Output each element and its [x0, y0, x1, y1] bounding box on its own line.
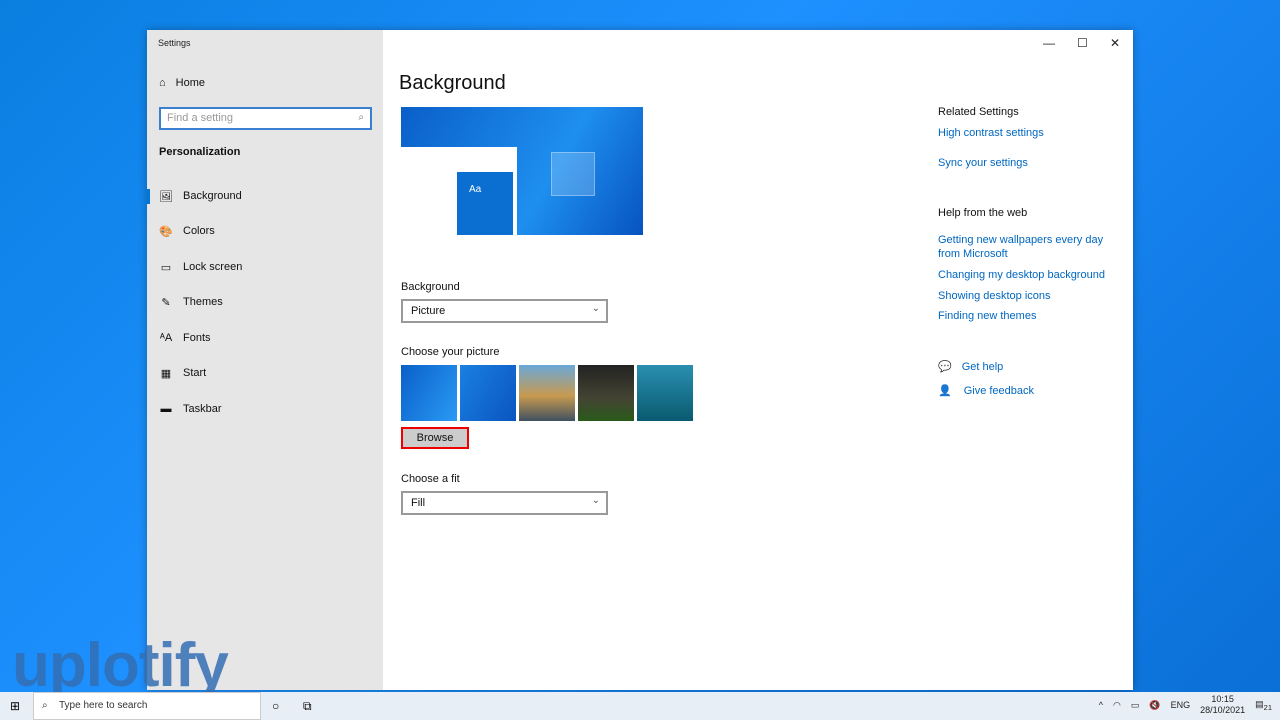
minimize-button[interactable]: —	[1043, 36, 1055, 50]
maximize-button[interactable]: ☐	[1077, 36, 1088, 50]
choose-picture-label: Choose your picture	[401, 346, 500, 358]
language-indicator[interactable]: ENG	[1171, 700, 1191, 710]
preview-tile: Aa	[457, 172, 513, 235]
settings-window: Settings ⌂ Home Find a setting ⌕ Personali…	[147, 30, 1133, 690]
sidebar-item-themes[interactable]: ✎ Themes	[147, 287, 383, 317]
feedback-label: Give feedback	[963, 385, 1035, 397]
search-icon: ⌕	[358, 112, 364, 123]
dropdown-value: Fill	[411, 497, 426, 509]
page-title: Background	[399, 72, 506, 94]
help-chat-icon: 💬	[938, 361, 952, 373]
dropdown-value: Picture	[411, 305, 446, 317]
sidebar-item-label: Colors	[183, 225, 215, 237]
cortana-icon[interactable]: ○	[272, 699, 279, 713]
task-view-icon[interactable]: ⧉	[303, 699, 312, 714]
lock-screen-icon: ▭	[160, 261, 172, 274]
background-label: Background	[401, 281, 460, 293]
close-button[interactable]: ✕	[1110, 36, 1120, 50]
feedback-link[interactable]: 👤 Give feedback	[938, 384, 1034, 397]
themes-icon: ✎	[161, 296, 171, 309]
sidebar-item-start[interactable]: ▦ Start	[147, 358, 383, 388]
picture-thumbnail[interactable]	[460, 365, 516, 421]
taskbar-icon: ▬	[160, 403, 172, 415]
feedback-icon: 👤	[938, 385, 952, 397]
time: 10:15	[1211, 694, 1234, 704]
sync-settings-link[interactable]: Sync your settings	[938, 157, 1028, 169]
get-help-label: Get help	[961, 361, 1004, 373]
picture-thumbnail[interactable]	[401, 365, 457, 421]
change-background-link[interactable]: Changing my desktop background	[938, 269, 1105, 281]
taskbar-search[interactable]: ⌕ Type here to search	[33, 692, 261, 720]
notification-count: 21	[1263, 702, 1272, 712]
wallpapers-link[interactable]: Getting new wallpapers every day	[938, 234, 1103, 246]
sidebar-item-lock-screen[interactable]: ▭ Lock screen	[147, 252, 383, 282]
section-heading: Personalization	[159, 146, 241, 158]
sidebar-item-label: Themes	[183, 296, 223, 308]
window-title: Settings	[158, 38, 191, 48]
home-icon: ⌂	[159, 77, 166, 89]
sidebar-item-label: Start	[183, 367, 207, 379]
chevron-up-icon[interactable]: ^	[1099, 700, 1103, 710]
volume-muted-icon[interactable]: 🔇	[1149, 700, 1160, 711]
browse-button[interactable]: Browse	[401, 427, 469, 449]
sidebar-item-label: Taskbar	[183, 403, 222, 415]
palette-icon: 🎨	[159, 225, 173, 238]
sidebar: Settings ⌂ Home Find a setting ⌕ Personali…	[147, 30, 383, 690]
start-icon: ▦	[160, 367, 172, 380]
watermark-logo: uplotify	[12, 631, 229, 700]
desktop-icons-link[interactable]: Showing desktop icons	[938, 290, 1051, 302]
picture-icon: 🖼	[159, 190, 173, 203]
chevron-down-icon: ⌄	[591, 495, 600, 506]
sidebar-item-colors[interactable]: 🎨 Colors	[147, 216, 383, 246]
picture-thumbnail[interactable]	[637, 365, 693, 421]
date: 28/10/2021	[1200, 705, 1246, 715]
sidebar-item-taskbar[interactable]: ▬ Taskbar	[147, 394, 383, 424]
new-themes-link[interactable]: Finding new themes	[938, 310, 1036, 322]
notification-center-button[interactable]: ▤21	[1255, 699, 1272, 712]
battery-icon[interactable]: ▭	[1131, 700, 1140, 711]
sidebar-item-label: Fonts	[183, 332, 211, 344]
taskbar-search-placeholder: Type here to search	[59, 700, 148, 711]
system-tray: ^ ◠ ▭ 🔇 ENG 10:15 28/10/2021 ▤21	[1099, 694, 1272, 716]
search-icon: ⌕	[42, 700, 48, 711]
home-link[interactable]: ⌂ Home	[159, 77, 205, 89]
sidebar-item-label: Lock screen	[183, 261, 243, 273]
picture-thumbnail[interactable]	[578, 365, 634, 421]
fit-label: Choose a fit	[401, 473, 460, 485]
sidebar-item-fonts[interactable]: ᴬA Fonts	[147, 323, 383, 353]
windows-logo-icon	[551, 152, 595, 196]
sidebar-item-label: Background	[183, 190, 242, 202]
fonts-icon: ᴬA	[159, 332, 173, 344]
background-dropdown[interactable]: Picture ⌄	[401, 299, 608, 323]
get-help-link[interactable]: 💬 Get help	[938, 360, 1003, 373]
related-heading: Related Settings	[938, 106, 1019, 118]
wallpapers-link-line2[interactable]: from Microsoft	[938, 248, 1008, 260]
start-button[interactable]: ⊞	[10, 699, 20, 713]
sidebar-item-background[interactable]: 🖼 Background	[147, 181, 383, 211]
taskbar: ⊞ ⌕ Type here to search ○ ⧉ ^ ◠ ▭ 🔇 ENG 1…	[0, 692, 1280, 720]
home-label: Home	[175, 77, 205, 89]
search-placeholder: Find a setting	[167, 112, 234, 124]
background-preview: Aa	[401, 107, 643, 235]
picture-thumbnail[interactable]	[519, 365, 575, 421]
chevron-down-icon: ⌄	[591, 303, 600, 314]
wifi-icon[interactable]: ◠	[1113, 700, 1121, 711]
search-input[interactable]: Find a setting ⌕	[159, 107, 372, 130]
fit-dropdown[interactable]: Fill ⌄	[401, 491, 608, 515]
high-contrast-link[interactable]: High contrast settings	[938, 127, 1044, 139]
clock[interactable]: 10:15 28/10/2021	[1200, 694, 1245, 716]
help-heading: Help from the web	[938, 207, 1028, 219]
